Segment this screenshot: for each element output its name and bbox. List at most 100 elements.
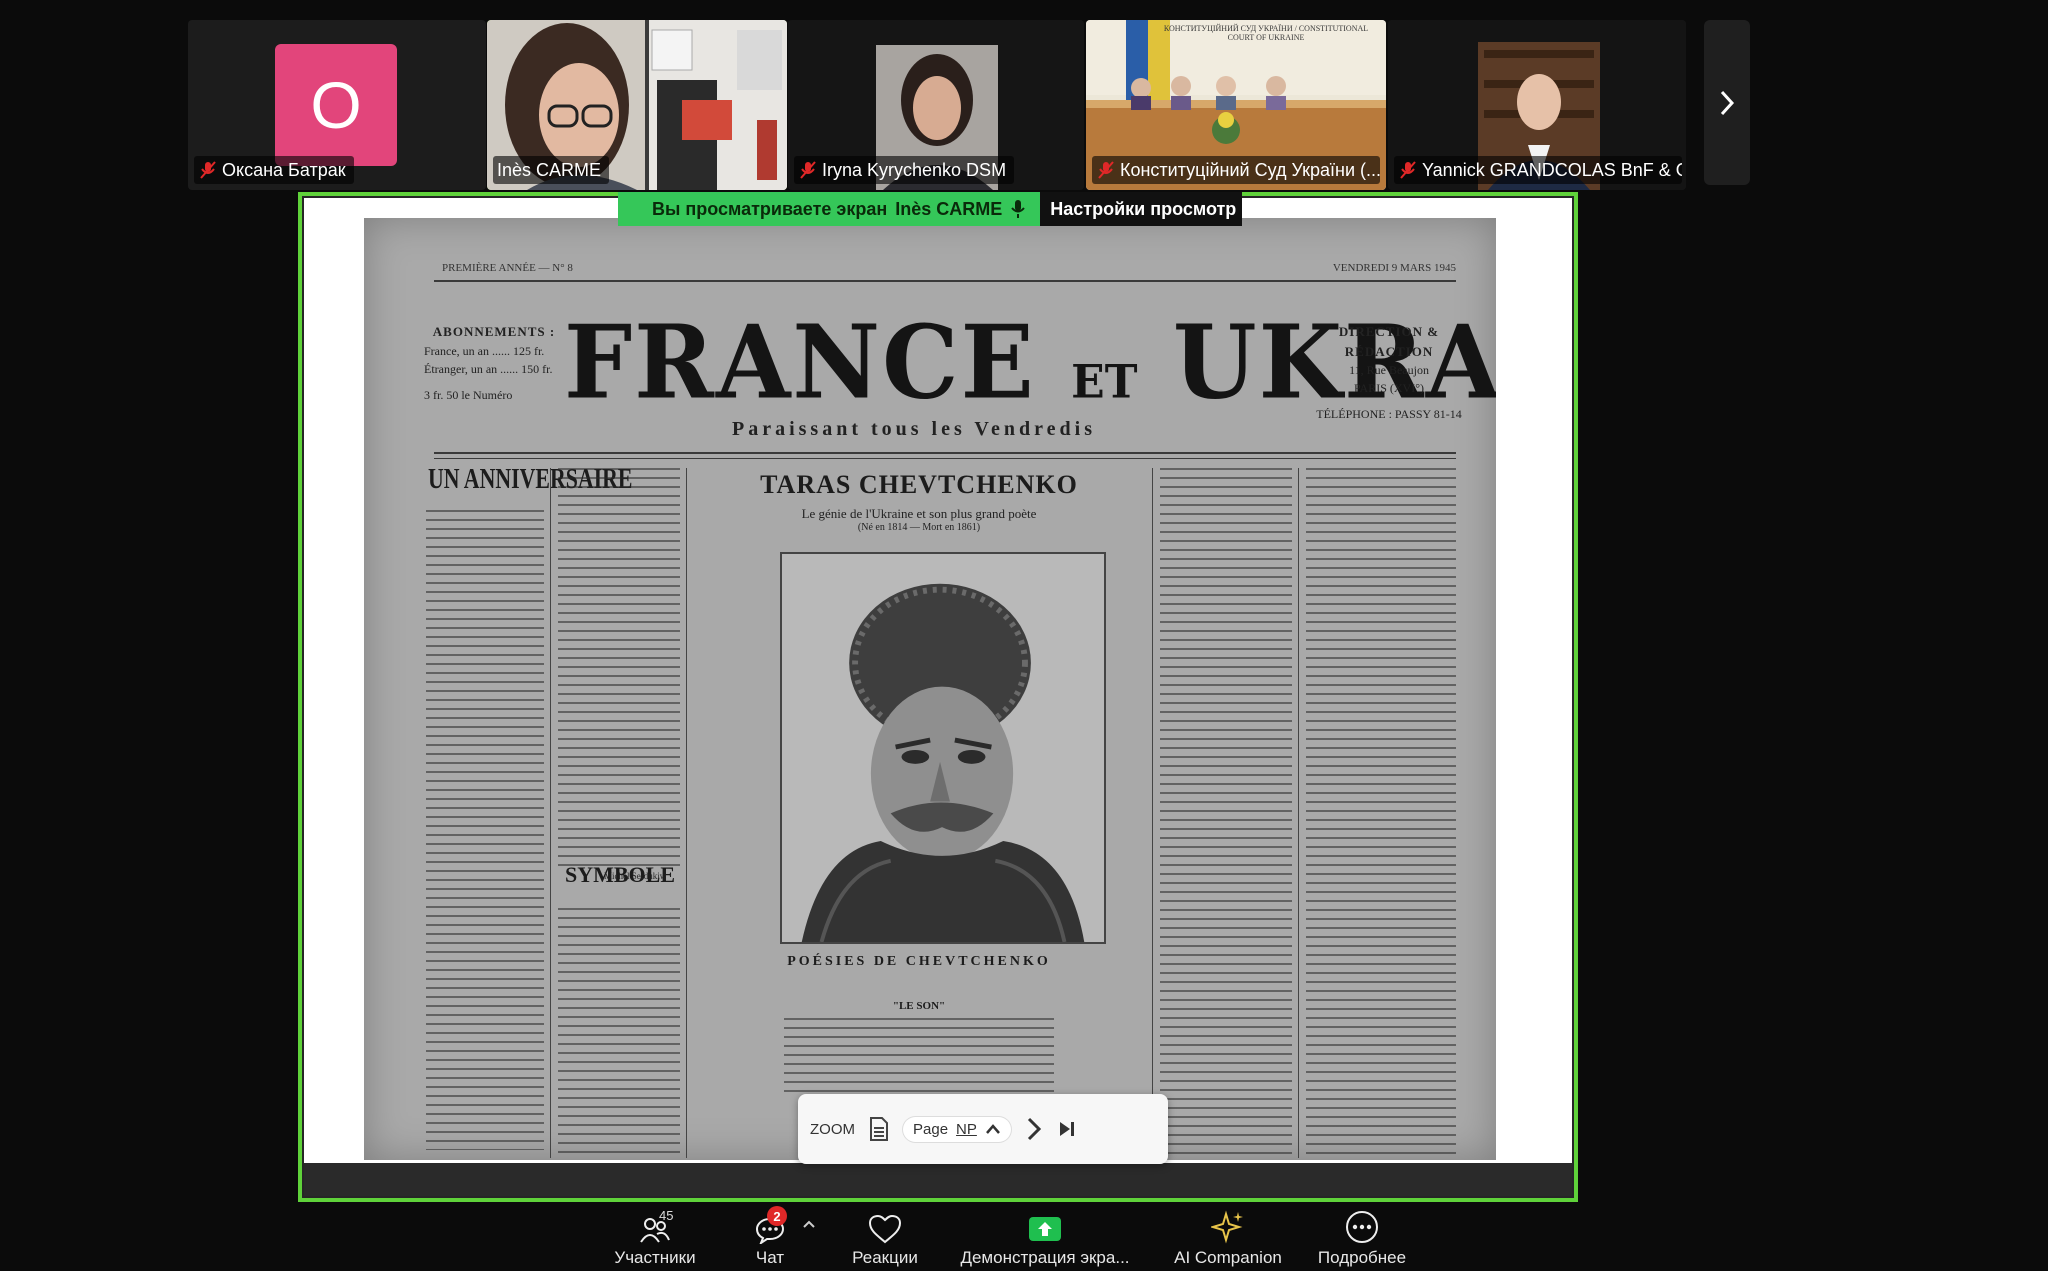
column-rule (686, 468, 687, 1158)
byline: Michel Serdukiw (604, 871, 667, 881)
chevron-up-icon[interactable] (985, 1123, 1001, 1135)
ear-line: PARIS (XVI°) (1353, 381, 1425, 395)
participant-tile-court[interactable]: КОНСТИТУЦІЙНИЙ СУД УКРАЇНИ / CONSTITUTIO… (1086, 20, 1386, 190)
more-icon (1346, 1211, 1378, 1243)
meeting-controls-bar: 45 Участники 2 Чат Реакции Демонстрация … (0, 1202, 2048, 1271)
chat-options-chevron-up-icon[interactable] (802, 1216, 816, 1234)
participant-tile-ines[interactable]: Inès CARME (487, 20, 787, 190)
more-label: Подробнее (1317, 1248, 1407, 1267)
participant-tile-oksana[interactable]: O Оксана Батрак (188, 20, 486, 190)
participant-name: Yannick GRANDCOLAS BnF & O... (1422, 159, 1682, 180)
more-button[interactable]: Подробнее (1312, 1206, 1412, 1268)
participant-name: Конституційний Суд України (... (1120, 159, 1380, 180)
shared-screen-footer (304, 1163, 1572, 1196)
masthead-et: ET (1071, 355, 1138, 410)
mic-muted-icon (1400, 161, 1416, 179)
article-heading: UN ANNIVERSAIRE (428, 464, 633, 495)
newspaper-page: PREMIÈRE ANNÉE — N° 8 VENDREDI 9 MARS 19… (364, 218, 1496, 1160)
skip-to-end-icon (1059, 1122, 1074, 1136)
page-selector[interactable]: Page NP (903, 1116, 1011, 1142)
document-icon (870, 1117, 888, 1141)
view-options-button[interactable]: Настройки просмотр (1040, 192, 1243, 226)
column-rule (550, 468, 551, 1158)
page-view-button[interactable] (869, 1117, 889, 1141)
subscriptions-ear: ABONNEMENTS : France, un an ...... 125 f… (424, 322, 564, 404)
ear-line: Étranger, un an ...... 150 fr. (424, 361, 553, 376)
chat-unread-badge: 2 (767, 1206, 787, 1226)
ear-title: ABONNEMENTS : (432, 324, 556, 339)
column-rule (1298, 468, 1299, 1158)
participant-tile-iryna[interactable]: Iryna Kyrychenko DSM (788, 20, 1084, 190)
participant-name-bar: Inès CARME (493, 156, 610, 184)
presenter-name: Inès CARME (895, 198, 1003, 219)
shevchenko-portrait (780, 552, 1106, 944)
share-screen-button[interactable]: Демонстрация экра... (955, 1206, 1135, 1268)
text-column (426, 510, 544, 1150)
participant-name-bar: Конституційний Суд України (... (1092, 156, 1380, 184)
viewing-indicator: Вы просматриваете экран Inès CARME (618, 192, 1041, 226)
divider (434, 452, 1456, 454)
article-heading: POÉSIES DE CHEVTCHENKO (787, 954, 1051, 969)
ai-companion-button[interactable]: AI Companion (1168, 1206, 1288, 1268)
chat-label: Чат (755, 1248, 785, 1267)
participant-tile-yannick[interactable]: Yannick GRANDCOLAS BnF & O... (1388, 20, 1686, 190)
share-screen-icon (1029, 1217, 1061, 1241)
sparkle-icon (1211, 1210, 1243, 1244)
participant-name-bar: Iryna Kyrychenko DSM (794, 156, 1015, 184)
text-column (1306, 468, 1456, 1158)
participants-count: 45 (659, 1208, 674, 1223)
mic-icon (1011, 200, 1026, 218)
next-participants-button[interactable] (1704, 20, 1750, 185)
issue-number: PREMIÈRE ANNÉE — N° 8 (442, 262, 573, 274)
divider (434, 458, 1456, 459)
page-label: Page (913, 1120, 949, 1138)
backdrop-text: КОНСТИТУЦІЙНИЙ СУД УКРАЇНИ / CONSTITUTIO… (1163, 24, 1369, 42)
column-rule (1152, 468, 1153, 1158)
poem-text (784, 1018, 1054, 1098)
participant-name: Оксана Батрак (222, 159, 346, 180)
ear-line: France, un an ...... 125 fr. (424, 343, 545, 358)
chat-button[interactable]: 2 Чат (740, 1206, 800, 1268)
participant-name-bar: Yannick GRANDCOLAS BnF & O... (1394, 156, 1682, 184)
viewing-text: Вы просматриваете экран (652, 198, 888, 219)
mic-muted-icon (200, 161, 216, 179)
editorial-ear: DIRECTION & RÉDACTION 11, Rue Beaujon PA… (1304, 322, 1474, 423)
mic-muted-icon (1098, 161, 1114, 179)
participant-name: Iryna Kyrychenko DSM (822, 159, 1007, 180)
document-toolbar: ZOOM Page NP (798, 1094, 1168, 1164)
text-column (1160, 468, 1292, 1158)
ear-price: 3 fr. 50 le Numéro (424, 387, 513, 402)
newspaper-subtitle: Paraissant tous les Vendredis (731, 418, 1096, 440)
article-heading: TARAS CHEVTCHENKO (760, 470, 1078, 499)
participants-button[interactable]: 45 Участники (610, 1206, 700, 1268)
reactions-label: Реакции (852, 1248, 918, 1267)
mic-muted-icon (800, 161, 816, 179)
share-screen-label: Демонстрация экра... (960, 1248, 1130, 1267)
poem-title: "LE SON" (892, 1000, 946, 1012)
participant-name-bar: Оксана Батрак (194, 156, 354, 184)
zoom-button[interactable]: ZOOM (810, 1121, 855, 1138)
avatar: O (275, 44, 397, 166)
ear-phone: TÉLÉPHONE : PASSY 81-14 (1316, 407, 1462, 421)
page-input[interactable]: NP (956, 1121, 977, 1138)
participant-strip: O Оксана Батрак Inès CARME Iryna Kyryche… (0, 0, 2048, 195)
issue-date: VENDREDI 9 MARS 1945 (1332, 262, 1456, 274)
chevron-right-icon (1027, 1117, 1042, 1141)
article-dates: (Né en 1814 — Mort en 1861) (857, 522, 981, 533)
ear-line: 11, Rue Beaujon (1349, 363, 1429, 377)
participant-name: Inès CARME (497, 159, 602, 180)
ai-companion-label: AI Companion (1174, 1248, 1282, 1267)
next-page-button[interactable] (1025, 1116, 1043, 1142)
participants-label: Участники (614, 1248, 696, 1267)
chevron-right-icon (1720, 90, 1735, 115)
ear-title: DIRECTION & RÉDACTION (1338, 324, 1440, 359)
reactions-button[interactable]: Реакции (840, 1206, 930, 1268)
last-page-button[interactable] (1057, 1120, 1077, 1138)
newspaper-masthead: FRANCE ET UKRAINE (564, 303, 1496, 422)
screen-share-banner: Вы просматриваете экран Inès CARME Настр… (618, 192, 1243, 226)
divider (434, 280, 1456, 282)
heart-icon (868, 1214, 902, 1244)
text-column (558, 468, 680, 868)
text-column (558, 908, 680, 1158)
masthead-france: FRANCE (564, 303, 1036, 422)
